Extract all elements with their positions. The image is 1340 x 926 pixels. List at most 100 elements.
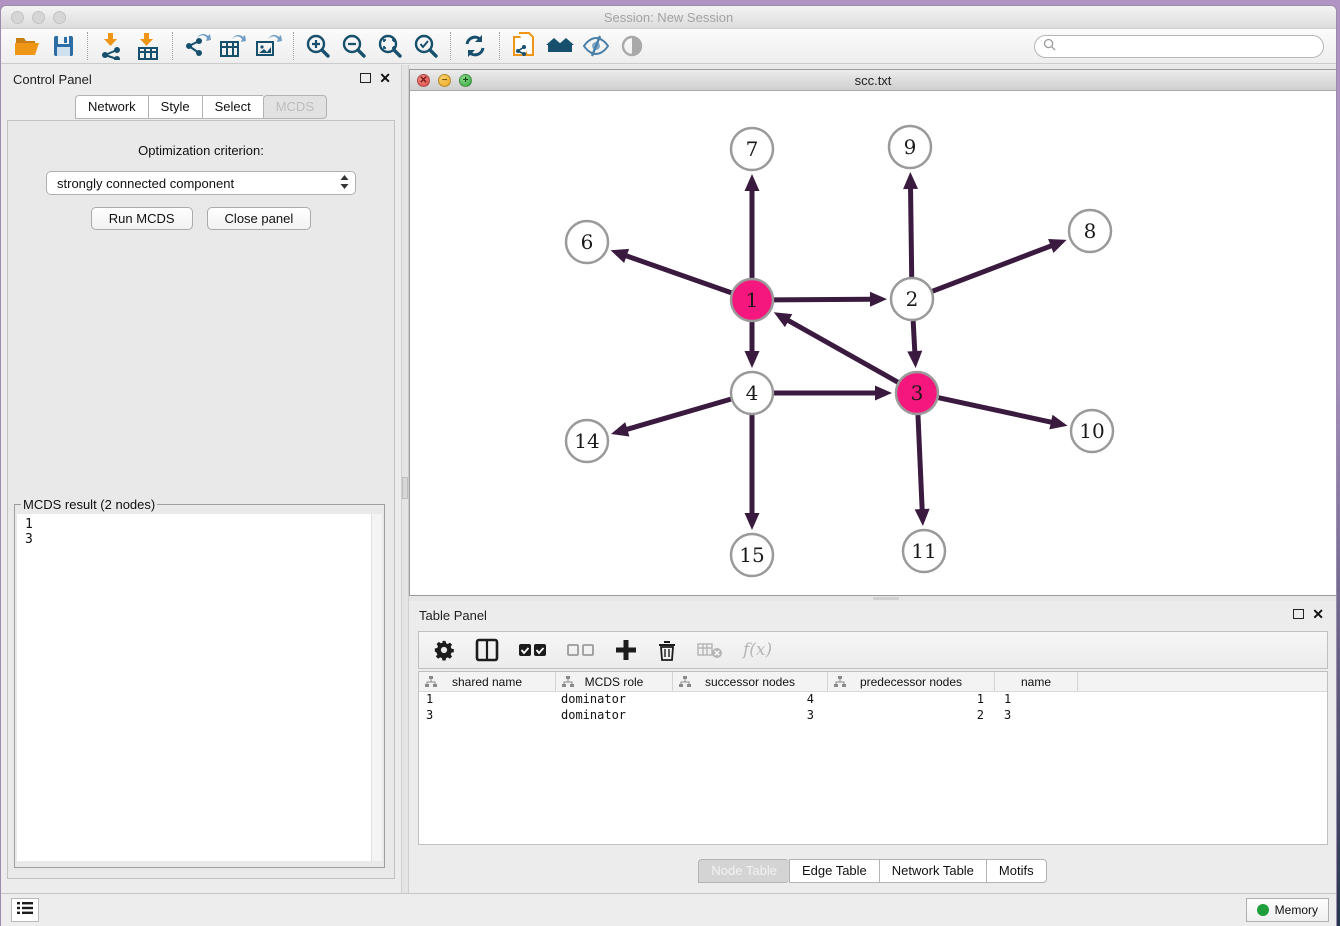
graph-node-8[interactable]: 8 xyxy=(1069,210,1111,252)
zoom-fit-icon[interactable] xyxy=(372,31,408,61)
graph-edge-2-3[interactable] xyxy=(913,321,915,353)
mcds-panel: Optimization criterion: strongly connect… xyxy=(7,120,395,879)
import-table-icon[interactable] xyxy=(130,31,166,61)
graph-node-7[interactable]: 7 xyxy=(731,128,773,170)
table-panel-header: Table Panel ✕ xyxy=(409,601,1336,623)
import-network-icon[interactable] xyxy=(94,31,130,61)
open-folder-icon[interactable] xyxy=(9,31,45,61)
close-table-panel-icon[interactable]: ✕ xyxy=(1312,606,1324,624)
graph-node-2[interactable]: 2 xyxy=(891,278,933,320)
mcds-result-item[interactable]: 3 xyxy=(25,532,382,547)
tree-icon xyxy=(425,676,437,691)
toolbar-separator xyxy=(499,32,500,60)
column-header-shared-name[interactable]: shared name xyxy=(419,672,556,691)
close-panel-icon[interactable]: ✕ xyxy=(379,70,391,88)
mcds-result-list[interactable]: 13 xyxy=(17,514,382,861)
tab-motifs[interactable]: Motifs xyxy=(986,859,1047,883)
mcds-result-group: MCDS result (2 nodes) 13 xyxy=(14,497,385,868)
table-toolbar: f(x) xyxy=(418,631,1328,669)
graph-edge-2-9[interactable] xyxy=(911,187,912,277)
graph-node-9[interactable]: 9 xyxy=(889,126,931,168)
export-network-icon[interactable] xyxy=(179,31,215,61)
svg-text:3: 3 xyxy=(911,381,924,405)
application-window: Session: New Session xyxy=(0,5,1337,926)
graph-edge-arrowhead xyxy=(745,174,760,191)
column-label: shared name xyxy=(452,675,522,689)
delete-table-icon[interactable] xyxy=(697,641,723,659)
control-panel-tabs: Network Style Select MCDS xyxy=(1,95,401,119)
graph-node-14[interactable]: 14 xyxy=(566,420,608,462)
graph-node-15[interactable]: 15 xyxy=(731,534,773,576)
network-maximize-icon[interactable]: + xyxy=(459,74,472,87)
vertical-splitter[interactable] xyxy=(401,65,409,893)
table-row[interactable]: 1dominator411 xyxy=(419,692,1327,708)
save-icon[interactable] xyxy=(45,31,81,61)
graph-edge-2-8[interactable] xyxy=(933,245,1053,291)
mcds-result-scrollbar[interactable] xyxy=(371,514,382,861)
refresh-icon[interactable] xyxy=(457,31,493,61)
graph-edge-arrowhead xyxy=(870,292,887,307)
optimization-criterion-select[interactable]: strongly connected component xyxy=(46,171,356,195)
graph-node-11[interactable]: 11 xyxy=(903,530,945,572)
network-close-icon[interactable]: ✕ xyxy=(417,74,430,87)
graph-node-4[interactable]: 4 xyxy=(731,372,773,414)
graph-node-3[interactable]: 3 xyxy=(896,372,938,414)
column-header-predecessor-nodes[interactable]: predecessor nodes xyxy=(828,672,995,691)
hide-eye-icon[interactable] xyxy=(578,31,614,61)
memory-button[interactable]: Memory xyxy=(1246,898,1329,922)
gear-icon[interactable] xyxy=(433,639,455,661)
tab-mcds[interactable]: MCDS xyxy=(263,95,327,119)
tab-style[interactable]: Style xyxy=(148,95,202,119)
export-image-icon[interactable] xyxy=(251,31,287,61)
select-all-checkboxes-icon[interactable] xyxy=(519,642,547,658)
zoom-selected-icon[interactable] xyxy=(408,31,444,61)
network-window-titlebar: scc.txt ✕ − + xyxy=(410,70,1336,91)
export-table-icon[interactable] xyxy=(215,31,251,61)
table-cell: 2 xyxy=(828,708,995,724)
graph-edge-3-11[interactable] xyxy=(918,415,922,511)
graph-edge-1-6[interactable] xyxy=(625,255,732,292)
network-canvas[interactable]: 7 9 6 8 1 2 4 3 14 10 15 11 xyxy=(410,91,1336,595)
columns-icon[interactable] xyxy=(475,638,499,662)
node-table-body: 1dominator4113dominator323 xyxy=(419,692,1327,724)
run-mcds-button[interactable]: Run MCDS xyxy=(91,207,193,230)
zoom-out-icon[interactable] xyxy=(336,31,372,61)
search-field[interactable] xyxy=(1034,35,1324,58)
graph-node-1[interactable]: 1 xyxy=(731,279,773,321)
show-eye-icon[interactable] xyxy=(614,31,650,61)
copy-network-doc-icon[interactable] xyxy=(506,31,542,61)
search-input[interactable] xyxy=(1056,40,1323,54)
graph-node-6[interactable]: 6 xyxy=(566,221,608,263)
vertical-splitter-handle[interactable] xyxy=(402,477,408,499)
graph-edge-1-2[interactable] xyxy=(774,299,872,300)
tab-network[interactable]: Network xyxy=(75,95,148,119)
home-icon[interactable] xyxy=(542,31,578,61)
graph-edge-3-10[interactable] xyxy=(938,398,1052,423)
column-header-successor-nodes[interactable]: successor nodes xyxy=(673,672,828,691)
table-row[interactable]: 3dominator323 xyxy=(419,708,1327,724)
svg-text:10: 10 xyxy=(1079,419,1104,443)
delete-column-icon[interactable] xyxy=(657,639,677,661)
zoom-in-icon[interactable] xyxy=(300,31,336,61)
column-header-mcds-role[interactable]: MCDS role xyxy=(556,672,673,691)
deselect-all-checkboxes-icon[interactable] xyxy=(567,642,595,658)
memory-dot-icon xyxy=(1257,904,1269,916)
mcds-result-title: MCDS result (2 nodes) xyxy=(21,497,157,512)
task-history-button[interactable] xyxy=(11,898,39,922)
tab-network-table[interactable]: Network Table xyxy=(879,859,986,883)
tab-select[interactable]: Select xyxy=(202,95,263,119)
mcds-result-item[interactable]: 1 xyxy=(25,517,382,532)
column-header-name[interactable]: name xyxy=(995,672,1078,691)
table-panel-title: Table Panel xyxy=(419,608,1293,623)
graph-edge-4-14[interactable] xyxy=(625,399,730,430)
network-minimize-icon[interactable]: − xyxy=(438,74,451,87)
graph-node-10[interactable]: 10 xyxy=(1071,410,1113,452)
close-panel-button[interactable]: Close panel xyxy=(207,207,312,230)
add-column-icon[interactable] xyxy=(615,639,637,661)
horizontal-splitter-handle[interactable] xyxy=(873,597,899,600)
graph-edge-3-1[interactable] xyxy=(787,320,898,383)
float-panel-icon[interactable] xyxy=(360,70,371,88)
float-table-panel-icon[interactable] xyxy=(1293,606,1304,624)
tab-edge-table[interactable]: Edge Table xyxy=(789,859,879,883)
tab-node-table[interactable]: Node Table xyxy=(698,859,789,883)
